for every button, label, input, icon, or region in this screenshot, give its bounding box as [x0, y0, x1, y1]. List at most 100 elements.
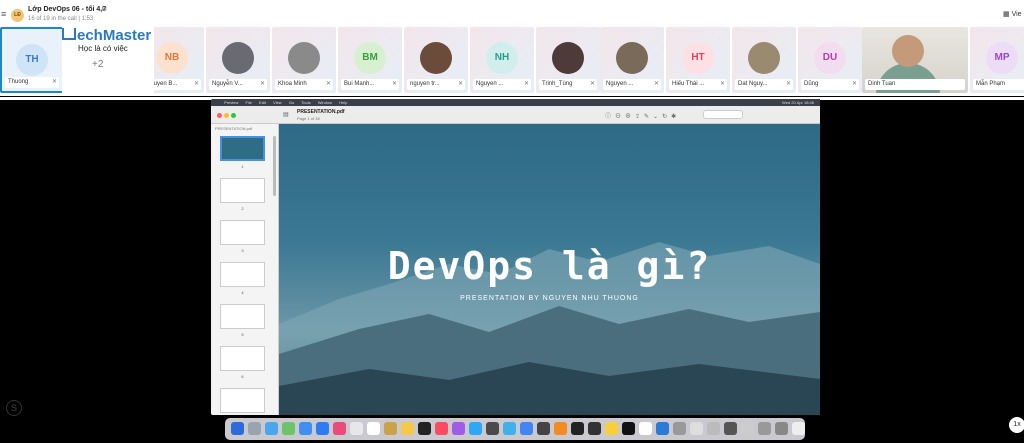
playback-speed-button[interactable]: 1x — [1009, 417, 1024, 433]
page-thumbnail[interactable] — [220, 220, 265, 245]
settings-icon[interactable]: ⚙ — [101, 5, 107, 13]
dock-app-icon[interactable] — [503, 422, 516, 435]
zoom-window-button[interactable] — [231, 113, 236, 118]
participant-name: nguyen tr... ✕ — [407, 79, 465, 90]
muted-mic-icon: ✕ — [457, 81, 463, 87]
muted-mic-icon: ✕ — [523, 81, 529, 87]
dock-app-icon[interactable] — [571, 422, 584, 435]
dock-app-icon[interactable] — [418, 422, 431, 435]
participant-tile[interactable]: Trinh_Tùng ✕ — [536, 27, 600, 93]
sidebar-toggle-icon[interactable]: ▤ — [283, 111, 289, 118]
menu-view[interactable]: View — [273, 99, 282, 106]
menu-go[interactable]: Go — [289, 99, 294, 106]
participant-avatar: DU — [814, 42, 846, 74]
page-thumbnail[interactable] — [220, 304, 265, 329]
dock-app-icon[interactable] — [231, 422, 244, 435]
dock-app-icon[interactable] — [724, 422, 737, 435]
participant-name: Nguyen ... ✕ — [603, 79, 661, 90]
participant-tile[interactable]: NH Nguyen ... ✕ — [470, 27, 534, 93]
dock-app-icon[interactable] — [554, 422, 567, 435]
dock-app-icon[interactable] — [741, 422, 754, 435]
recording-icon[interactable]: S — [6, 400, 22, 416]
dock-app-icon[interactable] — [299, 422, 312, 435]
page-thumbnail[interactable] — [220, 388, 265, 413]
dock-app-icon[interactable] — [282, 422, 295, 435]
muted-mic-icon: ✕ — [325, 81, 331, 87]
page-thumbnail[interactable] — [220, 346, 265, 371]
camera-tile[interactable]: Dinh Tuan — [862, 27, 968, 93]
participant-name: Nguyễn V... ✕ — [209, 79, 267, 90]
participant-photo — [222, 42, 254, 74]
participant-tile[interactable]: Khoa Minh ✕ — [272, 27, 336, 93]
participant-tile[interactable]: Nguyễn V... ✕ — [206, 27, 270, 93]
dock-app-icon[interactable] — [401, 422, 414, 435]
page-thumbnail[interactable] — [220, 262, 265, 287]
document-name: PRESENTATION.pdf — [297, 109, 345, 115]
close-window-button[interactable] — [217, 113, 222, 118]
participant-name: Nguyen ... ✕ — [473, 79, 531, 90]
dock-app-icon[interactable] — [639, 422, 652, 435]
dock-app-icon[interactable] — [350, 422, 363, 435]
thumbnail-number: 5 — [241, 332, 244, 337]
presentation-slide: DevOps là gì? PRESENTATION BY NGUYEN NHU… — [279, 124, 820, 415]
dock-app-icon[interactable] — [605, 422, 618, 435]
dock-app-icon[interactable] — [537, 422, 550, 435]
techmaster-logo: echMaster Học là có việc +2 — [62, 27, 154, 93]
menu-help[interactable]: Help — [339, 99, 347, 106]
page-thumbnail[interactable] — [220, 178, 265, 203]
participant-name: Mẫn Phạm✕ — [973, 79, 1024, 90]
participant-photo — [552, 42, 584, 74]
participant-tile[interactable]: DU Dũng ✕ — [798, 27, 862, 93]
dock-app-icon[interactable] — [265, 422, 278, 435]
participant-tile[interactable]: TH Thuong ✕ — [0, 27, 64, 93]
dock-app-icon[interactable] — [367, 422, 380, 435]
menu-tools[interactable]: Tools — [301, 99, 310, 106]
participant-tile[interactable]: BM Bui Manh... ✕ — [338, 27, 402, 93]
dock-app-icon[interactable] — [486, 422, 499, 435]
view-button[interactable]: ▦ Vie — [1003, 10, 1022, 19]
participant-tile[interactable]: Dat Nguy... ✕ — [732, 27, 796, 93]
dock-app-icon[interactable] — [707, 422, 720, 435]
dock-app-icon[interactable] — [588, 422, 601, 435]
dock-app-icon[interactable] — [316, 422, 329, 435]
dock-app-icon[interactable] — [333, 422, 346, 435]
menu-edit[interactable]: Edit — [259, 99, 266, 106]
minimize-window-button[interactable] — [224, 113, 229, 118]
dock-app-icon[interactable] — [248, 422, 261, 435]
shared-screen: Preview File Edit View Go Tools Window H… — [211, 99, 820, 415]
call-header: ≡ LĐ Lớp DevOps 06 - tối 4,7 ⚙ 16 of 19 … — [0, 0, 1024, 26]
logo-tagline: Học là có việc — [78, 44, 128, 53]
dock-app-icon[interactable] — [775, 422, 788, 435]
thumbnail-sidebar: PRESENTATION.pdf 1234567 — [211, 124, 279, 415]
search-input[interactable] — [703, 110, 743, 119]
menu-window[interactable]: Window — [318, 99, 332, 106]
dock-app-icon[interactable] — [469, 422, 482, 435]
dock-app-icon[interactable] — [435, 422, 448, 435]
dock-app-icon[interactable] — [673, 422, 686, 435]
participant-tile[interactable]: HT Hiếu Thái ... ✕ — [666, 27, 730, 93]
dock-app-icon[interactable] — [452, 422, 465, 435]
dock-app-icon[interactable] — [656, 422, 669, 435]
participant-tile[interactable]: nguyen tr... ✕ — [404, 27, 468, 93]
dock-app-icon[interactable] — [758, 422, 771, 435]
menu-file[interactable]: File — [245, 99, 251, 106]
participant-tile[interactable]: Nguyen ... ✕ — [600, 27, 664, 93]
toolbar-icons[interactable]: ⓘ⊖⊕⇪✎⌄↻✱ — [605, 111, 680, 120]
person-head — [892, 35, 924, 67]
menu-icon[interactable]: ≡ — [1, 10, 6, 19]
dock-app-icon[interactable] — [520, 422, 533, 435]
muted-mic-icon: ✕ — [259, 81, 265, 87]
menu-preview[interactable]: Preview — [224, 99, 238, 106]
participant-name: Trinh_Tùng ✕ — [539, 79, 597, 90]
sidebar-title: PRESENTATION.pdf — [215, 126, 253, 131]
thumbnail-number: 3 — [241, 248, 244, 253]
thumbnail-number: 1 — [241, 164, 244, 169]
muted-mic-icon: ✕ — [51, 79, 57, 85]
dock-app-icon[interactable] — [792, 422, 805, 435]
more-participants[interactable]: +2 — [92, 59, 103, 70]
participant-tile[interactable]: MP Mẫn Phạm✕ — [970, 27, 1024, 93]
dock-app-icon[interactable] — [384, 422, 397, 435]
page-thumbnail[interactable] — [220, 136, 265, 161]
dock-app-icon[interactable] — [622, 422, 635, 435]
dock-app-icon[interactable] — [690, 422, 703, 435]
